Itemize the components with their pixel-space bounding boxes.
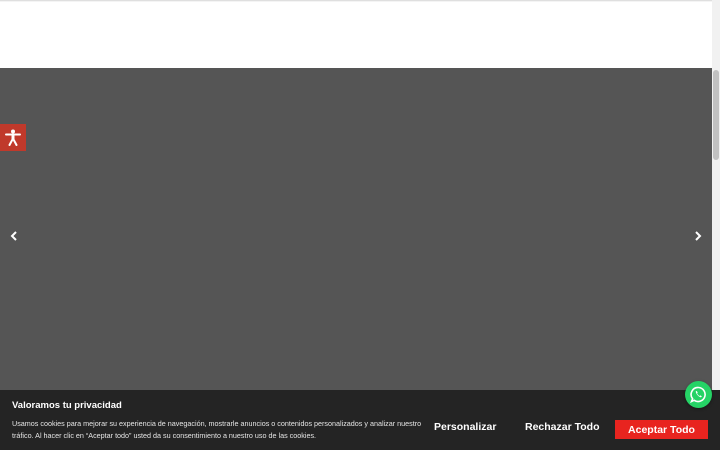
chevron-left-icon [10, 231, 17, 241]
slider-prev-button[interactable] [4, 226, 24, 246]
accessibility-button[interactable] [0, 124, 26, 151]
slider-next-button[interactable] [688, 226, 708, 246]
hero-slider [0, 68, 712, 390]
chevron-right-icon [695, 231, 702, 241]
whatsapp-icon [690, 386, 706, 403]
header-divider [0, 0, 712, 2]
scrollbar-thumb[interactable] [713, 70, 719, 160]
cookie-consent-banner: Valoramos tu privacidad Usamos cookies p… [0, 390, 720, 450]
accept-all-cookies-button[interactable]: Aceptar Todo [615, 420, 708, 439]
customize-cookies-button[interactable]: Personalizar [434, 421, 496, 433]
site-header [0, 0, 720, 68]
cookie-banner-description: Usamos cookies para mejorar su experienc… [12, 419, 422, 440]
reject-all-cookies-button[interactable]: Rechazar Todo [525, 421, 599, 433]
page: Valoramos tu privacidad Usamos cookies p… [0, 0, 720, 450]
page-scrollbar[interactable] [712, 0, 720, 450]
whatsapp-chat-button[interactable] [685, 381, 712, 408]
accessibility-icon [5, 129, 21, 146]
cookie-banner-title: Valoramos tu privacidad [12, 400, 122, 411]
